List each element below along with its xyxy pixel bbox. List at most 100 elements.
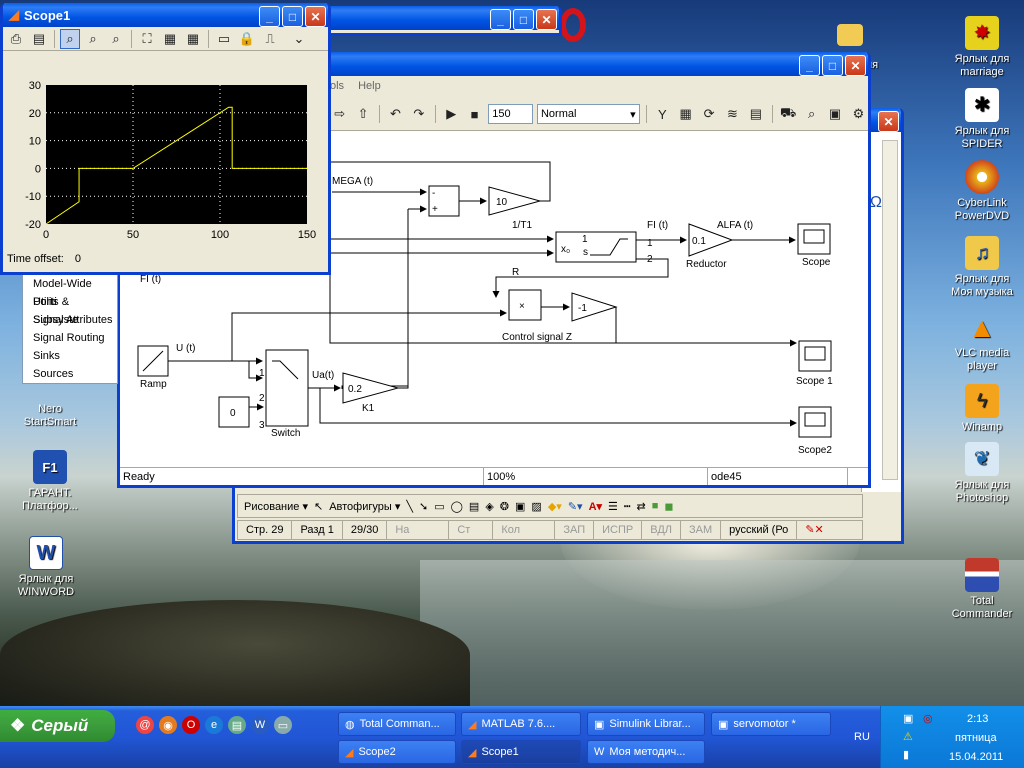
desktop-icon-photoshop[interactable]: ❦ Ярлык для Photoshop [944,442,1020,505]
stop-time-input[interactable]: 150 [488,104,533,124]
vertical-scrollbar[interactable] [882,140,898,480]
line-icon[interactable]: ╲ [406,500,413,513]
tree-item[interactable]: Sinks [23,347,117,365]
restore-axes-icon[interactable]: ▦ [183,29,203,49]
status-ext[interactable]: ВДЛ [642,521,681,539]
undo-icon[interactable]: ↶ [386,104,405,124]
scope1-window[interactable]: ◢ Scope1 _ □ ✕ ⎙ ▤ ⌕ ⌕ ⌕ ⛶ ▦ ▦ ▭ 🔒 ⎍ ⌄ 0… [0,3,331,275]
tree-item[interactable]: Model-Wide Utiliti [23,275,117,308]
settings-icon[interactable]: ⚙ [849,104,868,124]
3d-icon[interactable]: ◼ [664,500,673,513]
desktop-icon-powerdvd[interactable]: CyberLink PowerDVD [944,160,1020,223]
arrow-style-icon[interactable]: ⇄ [637,500,646,513]
arrow-icon[interactable]: ➘ [419,500,428,513]
drawing-menu[interactable]: Рисование ▾ [244,500,308,513]
minimize-button[interactable]: _ [799,55,820,76]
play-icon[interactable]: ▶ [442,104,461,124]
task-word-doc[interactable]: W Моя методич... [587,740,705,764]
desktop-icon-spider[interactable]: ✱ Ярлык для SPIDER [944,88,1020,151]
font-color-icon[interactable]: A▾ [589,500,602,513]
close-button[interactable]: ✕ [536,9,557,30]
tray-network-icon[interactable]: ▣ [903,712,913,725]
quicklaunch-ie-icon[interactable]: e [205,716,223,734]
close-button[interactable]: ✕ [878,111,899,132]
line-color-icon[interactable]: ✎▾ [568,500,583,513]
textbox-icon[interactable]: ▤ [469,500,479,513]
desktop-icon-garant[interactable]: F1 ГАРАНТ. Платфор... [12,450,88,513]
desktop-icon-totalcmd[interactable]: Total Commander [944,558,1020,621]
wordart-icon[interactable]: ◈ [485,500,493,513]
oval-icon[interactable]: ◯ [451,500,463,513]
forward-icon[interactable]: ⇨ [330,104,349,124]
tree-item[interactable]: Signal Routing [23,329,117,347]
quicklaunch-opera-icon[interactable]: O [182,716,200,734]
task-simulink-library[interactable]: ▣ Simulink Librar... [587,712,705,736]
minimize-button[interactable]: _ [490,9,511,30]
task-matlab[interactable]: ◢ MATLAB 7.6.... [461,712,581,736]
quicklaunch-chat-icon[interactable]: ▭ [274,716,292,734]
debug-icon[interactable]: ▣ [825,104,844,124]
signal-selection-icon[interactable]: ⎍ [260,29,280,49]
status-ovr[interactable]: ЗАМ [681,521,722,539]
task-scope2[interactable]: ◢ Scope2 [338,740,456,764]
task-servomotor[interactable]: ▣ servomotor * [711,712,831,736]
tray-time[interactable]: 2:13 [967,713,988,725]
diagram-icon[interactable]: ❂ [500,500,509,513]
maximize-button[interactable]: □ [513,9,534,30]
chevron-icon[interactable]: ⌄ [289,29,309,49]
quicklaunch-firefox-icon[interactable]: ◉ [159,716,177,734]
spellcheck-icon[interactable]: ✎✕ [797,521,831,539]
up-icon[interactable]: ⇧ [353,104,372,124]
tree-item[interactable]: Sources [23,365,117,383]
desktop-icon-vlc[interactable]: ▲ VLC media player [944,310,1020,373]
menu-tools[interactable]: ols [330,80,344,98]
close-button[interactable]: ✕ [305,6,326,27]
table-icon[interactable]: ▦ [676,104,695,124]
redo-icon[interactable]: ↷ [409,104,428,124]
tree-item[interactable]: Signal Attributes [23,311,117,329]
maximize-button[interactable]: □ [282,6,303,27]
select-arrow-icon[interactable]: ↖ [314,500,323,513]
zoom-y-icon[interactable]: ⌕ [106,29,126,49]
minimize-button[interactable]: _ [259,6,280,27]
tray-opera-icon[interactable]: ◎ [923,712,933,725]
stop-icon[interactable]: ■ [465,104,484,124]
quicklaunch-doc-icon[interactable]: ▤ [228,716,246,734]
back-window-1[interactable]: _ □ ✕ [300,6,562,36]
task-scope1[interactable]: ◢ Scope1 [461,740,581,764]
close-button[interactable]: ✕ [845,55,866,76]
status-trk[interactable]: ИСПР [594,521,643,539]
save-axes-icon[interactable]: ▦ [160,29,180,49]
zoom-x-icon[interactable]: ⌕ [83,29,103,49]
desktop-icon-winamp[interactable]: ϟ Winamp [944,384,1020,434]
autoshapes-menu[interactable]: Автофигуры ▾ [329,500,400,513]
maximize-button[interactable]: □ [822,55,843,76]
quicklaunch-word-icon[interactable]: W [251,716,269,734]
status-rec[interactable]: ЗАП [555,521,595,539]
desktop-icon-marriage[interactable]: ✸ Ярлык для marriage [944,16,1020,79]
tree-item[interactable]: Ports & Subsyste [23,293,117,326]
print-icon[interactable]: ⎙ [6,29,26,49]
line-style-icon[interactable]: ☰ [608,500,618,513]
desktop-folder[interactable] [820,24,880,49]
menu-help[interactable]: Help [358,80,381,98]
quicklaunch-mail-icon[interactable]: @ [136,716,154,734]
zoom-icon[interactable]: ⌕ [60,28,80,49]
tray-volume-icon[interactable]: ▮ [903,748,909,761]
language-indicator[interactable]: RU [854,731,870,743]
tray-warning-icon[interactable]: ⚠ [903,730,913,743]
dash-style-icon[interactable]: ┅ [624,500,631,513]
library-browser-icon[interactable]: ⛟ [779,104,798,124]
clipart-icon[interactable]: ▣ [515,500,525,513]
layers-icon[interactable]: ≋ [723,104,742,124]
product-block[interactable] [508,289,542,321]
start-button[interactable]: ❖ Серый [0,710,115,742]
fill-color-icon[interactable]: ◆▾ [548,500,562,513]
desktop-icon-music[interactable]: ♫ Ярлык для Моя музыка [944,236,1020,299]
status-language[interactable]: русский (Ро [721,521,798,539]
lock-icon[interactable]: 🔒 [237,29,257,49]
parameters-icon[interactable]: ▤ [29,29,49,49]
model-explorer-icon[interactable]: ⌕ [802,104,821,124]
desktop-icon-nero[interactable]: Nero StartSmart [12,403,88,429]
grid-icon[interactable]: ▤ [746,104,765,124]
